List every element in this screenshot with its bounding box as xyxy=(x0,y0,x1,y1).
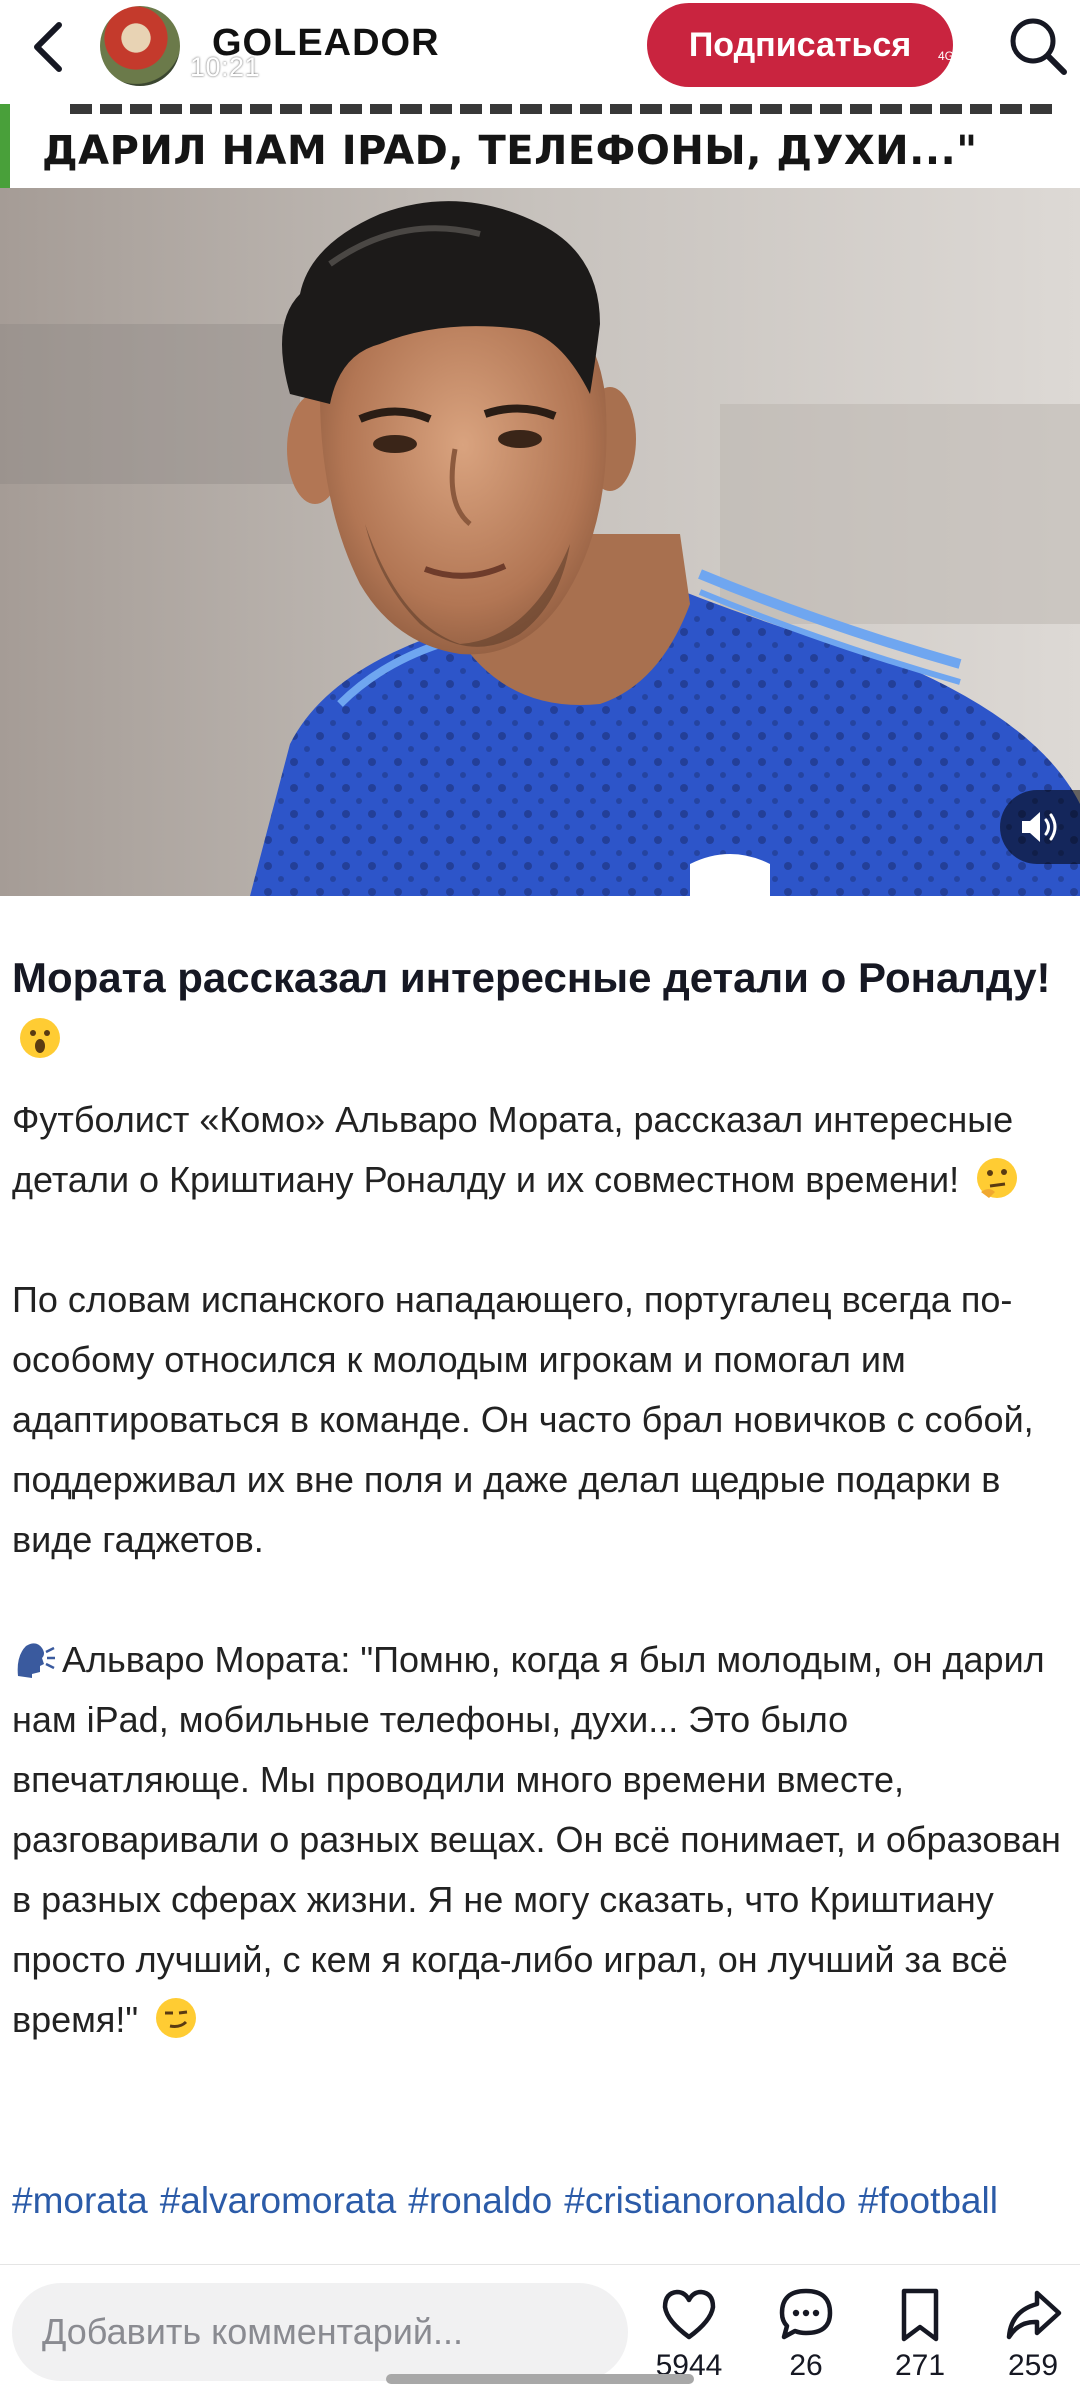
hashtag-link[interactable]: #ronaldo xyxy=(408,2180,552,2221)
account-avatar[interactable] xyxy=(100,6,180,86)
hashtag-list: #morata #alvaromorata #ronaldo #cristianoro… xyxy=(12,2180,1010,2222)
surprised-face-icon xyxy=(20,1018,60,1058)
top-bar: GOLEADOR 10:21 Подписаться 4G xyxy=(0,0,1080,104)
comments-button[interactable]: 26 xyxy=(756,2285,856,2395)
comment-input[interactable] xyxy=(12,2283,628,2381)
post-caption: Мората рассказал интересные детали о Рон… xyxy=(12,948,1072,2110)
back-arrow-icon xyxy=(34,22,62,72)
share-button[interactable]: 259 xyxy=(983,2285,1080,2395)
comment-count: 26 xyxy=(789,2349,823,2382)
comment-icon xyxy=(779,2288,833,2340)
smirking-face-icon xyxy=(156,1998,197,2038)
network-type: 4G xyxy=(938,49,954,63)
share-icon xyxy=(1006,2290,1062,2340)
post-body: Футболист «Комо» Альваро Мората, рассказ… xyxy=(12,1090,1072,2050)
post-paragraph-text: По словам испанского нападающего, португ… xyxy=(12,1279,1034,1560)
thinking-face-icon xyxy=(977,1158,1018,1198)
share-count: 259 xyxy=(1007,2349,1059,2382)
home-indicator[interactable] xyxy=(386,2374,694,2384)
post-paragraph: Футболист «Комо» Альваро Мората, рассказ… xyxy=(12,1090,1072,1210)
hashtag-link[interactable]: #football xyxy=(858,2180,998,2221)
post-title: Мората рассказал интересные детали о Рон… xyxy=(12,948,1072,1068)
status-time: 10:21 xyxy=(190,52,261,82)
hashtag-link[interactable]: #cristianoronaldo xyxy=(564,2180,846,2221)
search-button[interactable] xyxy=(1000,8,1076,84)
search-icon xyxy=(1010,18,1067,75)
sound-icon xyxy=(1022,812,1057,842)
save-count: 271 xyxy=(894,2349,946,2382)
post-paragraph-text: Альваро Мората: "Помню, когда я был моло… xyxy=(12,1639,1061,2040)
post-image[interactable]: ДАРИЛ НАМ IPAD, ТЕЛЕФОНЫ, ДУХИ..." xyxy=(0,104,1080,896)
post-title-text: Мората рассказал интересные детали о Рон… xyxy=(12,954,1051,1001)
hashtag-link[interactable]: #morata xyxy=(12,2180,148,2221)
player-photo xyxy=(0,188,1080,896)
follow-button[interactable]: Подписаться xyxy=(647,3,953,87)
speaking-head-icon xyxy=(17,1643,55,1678)
hashtag-link[interactable]: #alvaromorata xyxy=(160,2180,397,2221)
sound-toggle-button[interactable] xyxy=(1000,790,1080,864)
post-paragraph-text: Футболист «Комо» Альваро Мората, рассказ… xyxy=(12,1099,1014,1200)
heart-icon xyxy=(662,2289,716,2340)
post-paragraph: По словам испанского нападающего, португ… xyxy=(12,1270,1072,1570)
back-button[interactable] xyxy=(14,12,84,82)
bookmark-icon xyxy=(901,2288,939,2342)
save-button[interactable]: 271 xyxy=(870,2285,970,2395)
post-paragraph: Альваро Мората: "Помню, когда я был моло… xyxy=(12,1630,1072,2050)
